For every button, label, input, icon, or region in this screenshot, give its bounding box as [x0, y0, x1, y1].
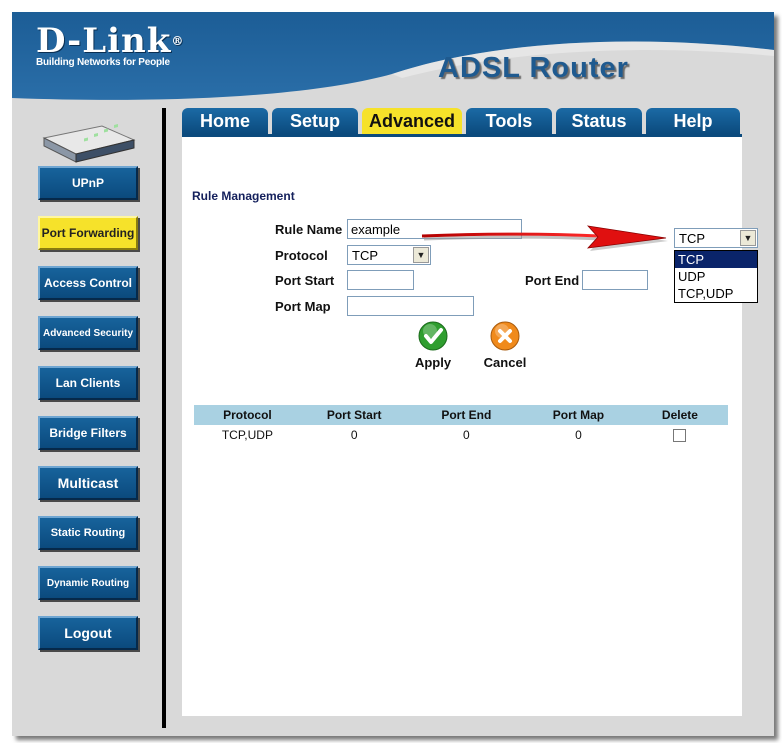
col-protocol: Protocol [194, 405, 301, 425]
tab-tools[interactable]: Tools [466, 108, 552, 134]
protocol-select-value: TCP [352, 248, 378, 263]
tab-help[interactable]: Help [646, 108, 740, 134]
sidebar-item-access-control[interactable]: Access Control [38, 266, 138, 300]
port-map-label: Port Map [275, 299, 331, 314]
product-title: ADSL Router [438, 52, 629, 84]
dlink-logo: D-Link® Building Networks for People [36, 24, 184, 68]
dropdown-selected-value: TCP [679, 231, 705, 246]
rule-name-label: Rule Name [275, 222, 343, 237]
dropdown-arrow-icon[interactable]: ▼ [413, 247, 429, 263]
col-delete: Delete [631, 405, 728, 425]
page: D-Link® Building Networks for People ADS… [0, 0, 782, 743]
registered-mark: ® [171, 34, 185, 48]
rule-name-input[interactable] [347, 219, 522, 239]
cell-port-map: 0 [575, 428, 582, 442]
protocol-label: Protocol [275, 248, 328, 263]
port-end-label: Port End [525, 273, 580, 288]
checkmark-icon [418, 321, 448, 351]
cell-protocol: TCP,UDP [221, 428, 273, 442]
sidebar-item-multicast[interactable]: Multicast [38, 466, 138, 500]
sidebar-item-bridge-filters[interactable]: Bridge Filters [38, 416, 138, 450]
dropdown-options-list: TCP UDP TCP,UDP [674, 250, 758, 303]
section-title: Rule Management [192, 189, 295, 203]
cell-port-end: 0 [462, 428, 470, 442]
header-banner: D-Link® Building Networks for People ADS… [12, 12, 774, 104]
dropdown-option-tcp[interactable]: TCP [675, 251, 757, 268]
sidebar-divider [162, 108, 166, 728]
sidebar-item-static-routing[interactable]: Static Routing [38, 516, 138, 550]
sidebar-item-upnp[interactable]: UPnP [38, 166, 138, 200]
protocol-dropdown-select[interactable]: TCP ▼ [674, 228, 758, 248]
col-port-end: Port End [407, 405, 526, 425]
top-tabs: Home Setup Advanced Tools Status Help [182, 108, 742, 134]
brand-name: D-Link [36, 21, 172, 61]
port-end-input[interactable] [582, 270, 648, 290]
sidebar-item-lan-clients[interactable]: Lan Clients [38, 366, 138, 400]
sidebar-item-logout[interactable]: Logout [38, 616, 138, 650]
cancel-button[interactable]: Cancel [478, 321, 532, 370]
rules-table: Protocol Port Start Port End Port Map De… [194, 405, 728, 445]
sidebar-item-dynamic-routing[interactable]: Dynamic Routing [38, 566, 138, 600]
port-map-input[interactable] [347, 296, 474, 316]
port-start-input[interactable] [347, 270, 414, 290]
dropdown-option-udp[interactable]: UDP [675, 268, 757, 285]
router-frame: D-Link® Building Networks for People ADS… [12, 12, 774, 736]
col-port-map: Port Map [525, 405, 632, 425]
dropdown-arrow-icon[interactable]: ▼ [740, 230, 756, 246]
cancel-label: Cancel [483, 355, 527, 370]
tab-advanced[interactable]: Advanced [362, 108, 462, 134]
tab-status[interactable]: Status [556, 108, 642, 134]
dropdown-option-tcp-udp[interactable]: TCP,UDP [675, 285, 757, 302]
delete-checkbox[interactable] [673, 429, 687, 443]
cell-delete [632, 425, 728, 445]
tab-home[interactable]: Home [182, 108, 268, 134]
sidebar-item-advanced-security[interactable]: Advanced Security [38, 316, 138, 350]
apply-label: Apply [414, 355, 452, 370]
sidebar-item-port-forwarding[interactable]: Port Forwarding [38, 216, 138, 250]
cell-port-start: 0 [350, 428, 358, 442]
tab-setup[interactable]: Setup [272, 108, 358, 134]
port-start-label: Port Start [275, 273, 335, 288]
protocol-select[interactable]: TCP ▼ [347, 245, 431, 265]
brand-tagline: Building Networks for People [36, 57, 170, 68]
router-device-icon [42, 124, 136, 163]
apply-button[interactable]: Apply [408, 321, 458, 370]
cancel-x-icon [490, 321, 520, 351]
table-header-row: Protocol Port Start Port End Port Map De… [194, 405, 728, 425]
col-port-start: Port Start [300, 405, 408, 425]
main-content: Rule Management Rule Name Protocol TCP ▼… [182, 134, 742, 716]
table-row: TCP,UDP 0 0 0 [194, 425, 728, 445]
